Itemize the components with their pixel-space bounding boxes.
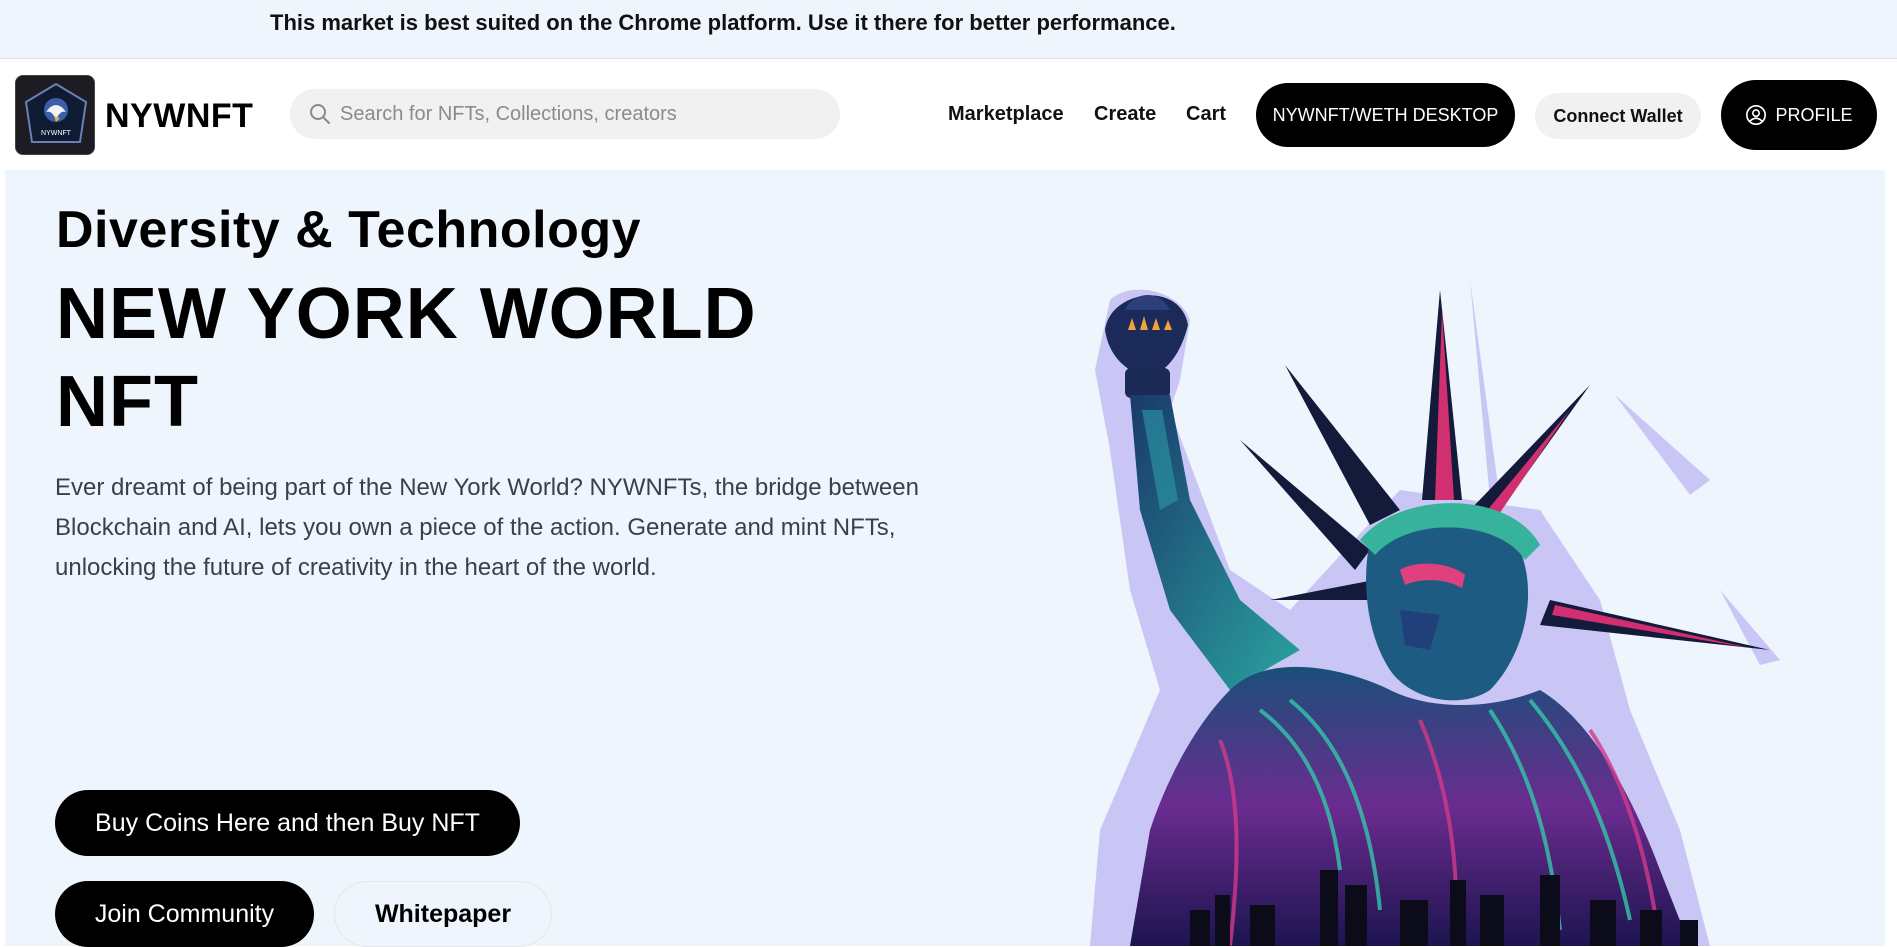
profile-label: PROFILE xyxy=(1775,104,1853,125)
nav-link-create[interactable]: Create xyxy=(1094,103,1156,126)
whitepaper-button[interactable]: Whitepaper xyxy=(334,881,552,947)
user-circle-icon xyxy=(1746,105,1767,125)
profile-button[interactable]: PROFILE xyxy=(1721,80,1877,150)
logo-text: NYWNFT xyxy=(41,130,72,137)
nav-link-cart[interactable]: Cart xyxy=(1186,103,1226,126)
search-icon xyxy=(310,104,330,124)
statue-of-liberty-illustration xyxy=(1090,280,1780,946)
connect-wallet-button[interactable]: Connect Wallet xyxy=(1535,93,1701,139)
banner-text: This market is best suited on the Chrome… xyxy=(270,10,1176,35)
join-community-button[interactable]: Join Community xyxy=(55,881,314,947)
hero-description: Ever dreamt of being part of the New Yor… xyxy=(55,474,919,581)
buy-coins-button[interactable]: Buy Coins Here and then Buy NFT xyxy=(55,790,520,856)
hero-title: NEW YORK WORLD NFT xyxy=(56,274,757,442)
brand-name[interactable]: NYWNFT xyxy=(105,97,253,136)
desktop-app-label: NYWNFT/WETH DESKTOP xyxy=(1272,104,1499,125)
connect-wallet-label: Connect Wallet xyxy=(1553,105,1683,126)
buy-coins-label: Buy Coins Here and then Buy NFT xyxy=(95,808,480,837)
desktop-app-button[interactable]: NYWNFT/WETH DESKTOP xyxy=(1256,83,1515,147)
eagle-logo-icon: NYWNFT xyxy=(16,76,94,154)
chrome-notice-banner: This market is best suited on the Chrome… xyxy=(0,0,1897,59)
search-bar[interactable] xyxy=(290,89,840,139)
search-input[interactable] xyxy=(340,89,820,139)
join-community-label: Join Community xyxy=(94,899,275,928)
whitepaper-label: Whitepaper xyxy=(374,899,512,928)
top-navbar: NYWNFT NYWNFT Marketplace Create Cart NY… xyxy=(0,59,1897,170)
logo[interactable]: NYWNFT xyxy=(15,75,95,155)
nav-link-marketplace[interactable]: Marketplace xyxy=(948,103,1064,126)
hero-subtitle: Diversity & Technology xyxy=(56,201,642,259)
